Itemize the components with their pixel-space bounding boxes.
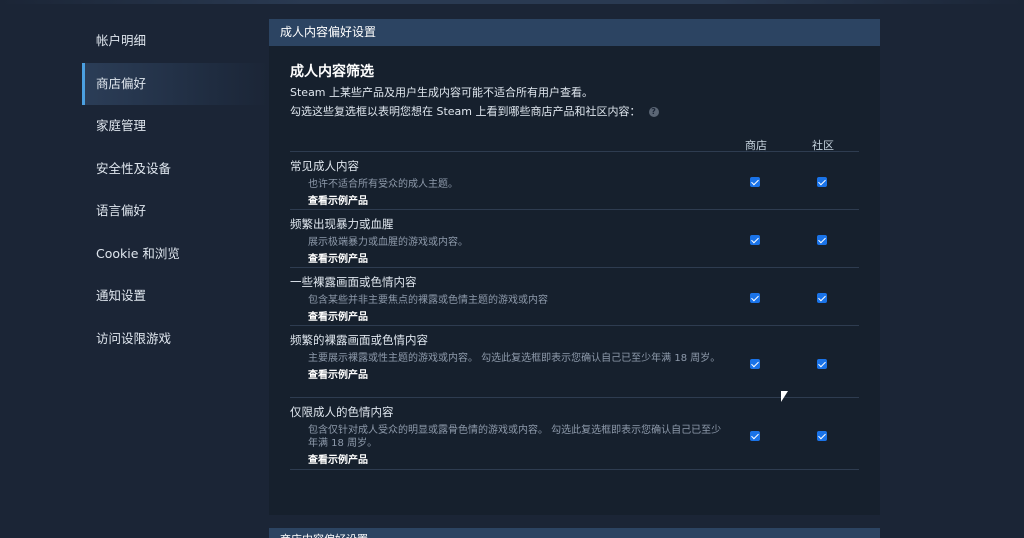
account-sidebar: 帐户明细 商店偏好 家庭管理 安全性及设备 语言偏好 Cookie 和浏览 通知…	[82, 20, 268, 360]
content-row-some-nudity: 一些裸露画面或色情内容 包含某些并非主要焦点的裸露或色情主题的游戏或内容 查看示…	[290, 274, 859, 323]
store-checkbox-frequent-nudity[interactable]	[750, 359, 760, 369]
row-description: 也许不适合所有受众的成人主题。	[308, 179, 458, 190]
divider	[290, 325, 859, 326]
divider	[290, 151, 859, 152]
view-examples-link[interactable]: 查看示例产品	[290, 250, 859, 265]
row-title: 常见成人内容	[290, 159, 359, 173]
sidebar-item-restricted-games[interactable]: 访问设限游戏	[82, 318, 268, 361]
view-examples-link[interactable]: 查看示例产品	[290, 308, 859, 323]
panel-header: 商店内容偏好设置	[269, 530, 880, 538]
help-icon[interactable]: ?	[648, 107, 659, 117]
view-examples-link[interactable]: 查看示例产品	[290, 366, 859, 381]
view-examples-link[interactable]: 查看示例产品	[290, 451, 859, 466]
community-checkbox-frequent-nudity[interactable]	[817, 359, 827, 369]
store-content-panel: 商店内容偏好设置	[269, 528, 880, 538]
sidebar-item-language-preferences[interactable]: 语言偏好	[82, 190, 268, 233]
section-instructions: 勾选这些复选框以表明您想在 Steam 上看到哪些商店产品和社区内容：?	[290, 103, 659, 119]
section-description: Steam 上某些产品及用户生成内容可能不适合所有用户查看。	[290, 86, 594, 99]
row-description: 包含某些并非主要焦点的裸露或色情主题的游戏或内容	[308, 295, 548, 306]
view-examples-link[interactable]: 查看示例产品	[290, 192, 859, 207]
top-edge-divider	[0, 0, 1024, 4]
sidebar-item-cookies-browsing[interactable]: Cookie 和浏览	[82, 233, 268, 276]
row-title: 频繁出现暴力或血腥	[290, 217, 394, 231]
row-title: 仅限成人的色情内容	[290, 405, 394, 419]
content-row-violence-gore: 频繁出现暴力或血腥 展示极端暴力或血腥的游戏或内容。 查看示例产品	[290, 216, 859, 265]
store-checkbox-some-nudity[interactable]	[750, 293, 760, 303]
row-description: 展示极端暴力或血腥的游戏或内容。	[308, 237, 468, 248]
instructions-text: 勾选这些复选框以表明您想在 Steam 上看到哪些商店产品和社区内容：	[290, 105, 641, 118]
sidebar-item-security-devices[interactable]: 安全性及设备	[82, 148, 268, 191]
divider	[290, 469, 859, 470]
sidebar-item-store-preferences[interactable]: 商店偏好	[82, 62, 268, 105]
sidebar-item-account-details[interactable]: 帐户明细	[82, 20, 268, 63]
row-title: 一些裸露画面或色情内容	[290, 275, 417, 289]
sidebar-item-family-management[interactable]: 家庭管理	[82, 105, 268, 148]
section-title: 成人内容筛选	[290, 64, 374, 80]
divider	[290, 397, 859, 398]
content-row-general-mature: 常见成人内容 也许不适合所有受众的成人主题。 查看示例产品	[290, 158, 859, 207]
divider	[290, 209, 859, 210]
community-checkbox-violence-gore[interactable]	[817, 235, 827, 245]
row-title: 频繁的裸露画面或色情内容	[290, 333, 428, 347]
adult-content-panel: 成人内容偏好设置 成人内容筛选 Steam 上某些产品及用户生成内容可能不适合所…	[269, 19, 880, 515]
sidebar-item-notification-settings[interactable]: 通知设置	[82, 275, 268, 318]
community-checkbox-general-mature[interactable]	[817, 177, 827, 187]
row-description: 主要展示裸露或性主题的游戏或内容。 勾选此复选框即表示您确认自己已至少年满 18…	[308, 353, 721, 364]
store-checkbox-violence-gore[interactable]	[750, 235, 760, 245]
community-checkbox-adult-only[interactable]	[817, 431, 827, 441]
divider	[290, 267, 859, 268]
mouse-cursor-icon	[781, 391, 788, 402]
community-checkbox-some-nudity[interactable]	[817, 293, 827, 303]
row-description: 包含仅针对成人受众的明显或露骨色情的游戏或内容。 勾选此复选框即表示您确认自己已…	[308, 425, 722, 449]
store-checkbox-general-mature[interactable]	[750, 177, 760, 187]
content-row-frequent-nudity: 频繁的裸露画面或色情内容 主要展示裸露或性主题的游戏或内容。 勾选此复选框即表示…	[290, 332, 859, 381]
panel-header: 成人内容偏好设置	[269, 19, 880, 46]
store-checkbox-adult-only[interactable]	[750, 431, 760, 441]
content-row-adult-only: 仅限成人的色情内容 包含仅针对成人受众的明显或露骨色情的游戏或内容。 勾选此复选…	[290, 404, 859, 466]
